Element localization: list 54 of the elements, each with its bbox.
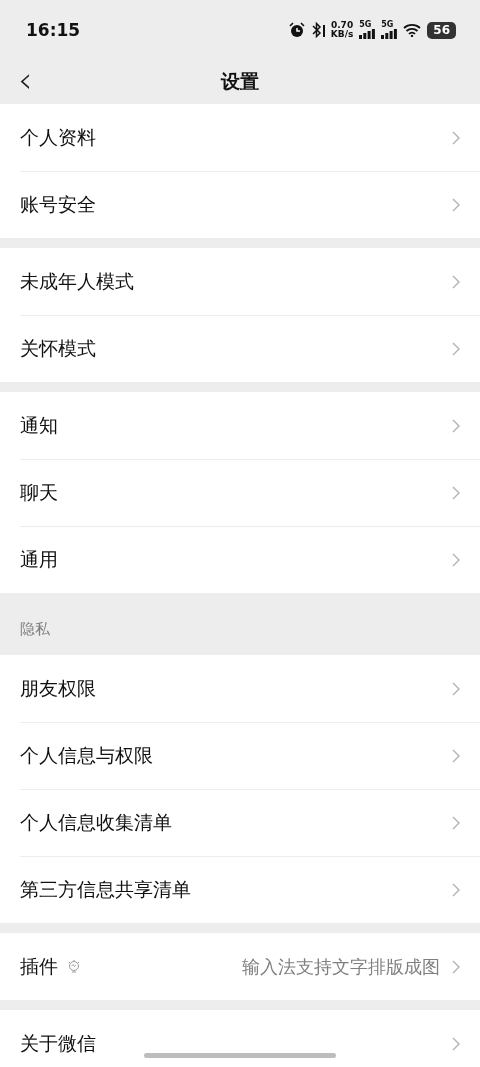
bluetooth-icon: [310, 22, 325, 38]
chevron-icon: [452, 1036, 460, 1051]
alarm-icon: [288, 22, 305, 38]
wifi-icon: [403, 23, 422, 37]
chevron-icon: [452, 681, 460, 696]
home-indicator[interactable]: [144, 1053, 336, 1058]
chevron-icon: [452, 418, 460, 433]
network-speed: 0.70 KB/s: [330, 21, 354, 39]
chevron-icon: [452, 341, 460, 356]
row-label: 账号安全: [20, 191, 96, 217]
row-label: 个人信息收集清单: [20, 809, 172, 835]
row-label: 关怀模式: [20, 335, 96, 361]
settings-row[interactable]: 朋友权限: [0, 655, 480, 722]
chevron-icon: [452, 748, 460, 763]
settings-row[interactable]: 第三方信息共享清单: [0, 856, 480, 923]
row-label: 第三方信息共享清单: [20, 876, 191, 902]
row-label: 个人信息与权限: [20, 742, 153, 768]
chevron-icon: [452, 552, 460, 567]
settings-row[interactable]: 聊天: [0, 459, 480, 526]
battery-level: 56: [427, 21, 456, 39]
settings-row[interactable]: 账号安全: [0, 171, 480, 238]
signal-icon: [359, 29, 376, 39]
row-label: 通用: [20, 546, 58, 572]
row-label: 聊天: [20, 479, 58, 505]
row-value: 输入法支持文字排版成图: [242, 954, 440, 979]
chevron-icon: [452, 274, 460, 289]
settings-row[interactable]: 通知: [0, 392, 480, 459]
network-type: 5G: [381, 21, 394, 29]
settings-row[interactable]: 关怀模式: [0, 315, 480, 382]
chevron-icon: [452, 485, 460, 500]
row-label: 插件: [20, 953, 58, 979]
row-label: 未成年人模式: [20, 268, 134, 294]
settings-row[interactable]: 个人资料: [0, 104, 480, 171]
clock: 16:15: [26, 20, 82, 40]
settings-row[interactable]: 通用: [0, 526, 480, 593]
settings-row[interactable]: 关于微信: [0, 1010, 480, 1067]
chevron-icon: [452, 130, 460, 145]
row-label: 朋友权限: [20, 675, 96, 701]
settings-row[interactable]: 插件 输入法支持文字排版成图: [0, 933, 480, 1000]
page-title: 设置: [221, 69, 259, 94]
signal-icon: [381, 29, 398, 39]
settings-row[interactable]: 个人信息收集清单: [0, 789, 480, 856]
chevron-icon: [452, 882, 460, 897]
chevron-icon: [452, 815, 460, 830]
lightbulb-icon: [68, 959, 80, 974]
row-label: 通知: [20, 412, 58, 438]
network-type: 5G: [359, 21, 372, 29]
row-label: 个人资料: [20, 124, 96, 150]
settings-row[interactable]: 未成年人模式: [0, 248, 480, 315]
chevron-icon: [452, 197, 460, 212]
back-button[interactable]: ‹: [14, 64, 37, 96]
chevron-icon: [452, 959, 460, 974]
row-label: 关于微信: [20, 1030, 96, 1056]
settings-row[interactable]: 个人信息与权限: [0, 722, 480, 789]
